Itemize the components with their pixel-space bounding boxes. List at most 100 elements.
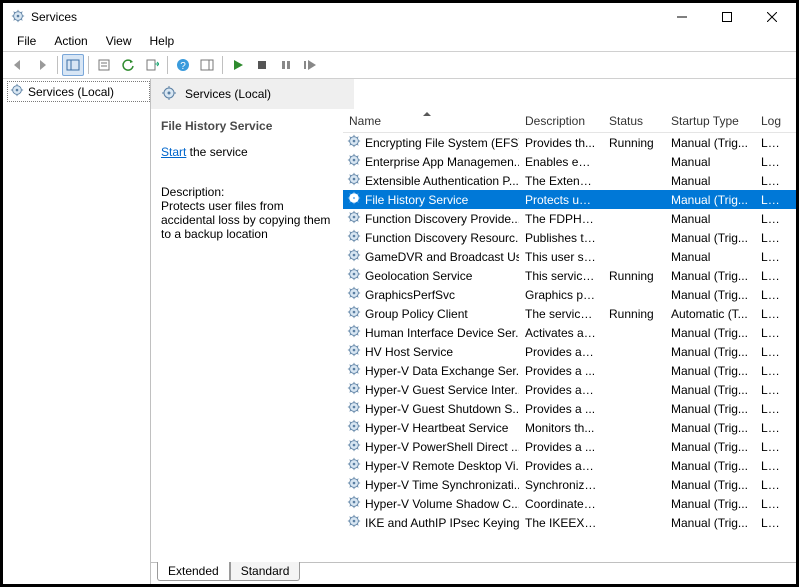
service-status: Running: [603, 269, 665, 283]
service-status: Running: [603, 307, 665, 321]
gear-icon: [10, 83, 24, 100]
service-row[interactable]: Function Discovery Resourc...Publishes t…: [343, 228, 796, 247]
service-row[interactable]: Hyper-V Data Exchange Ser...Provides a .…: [343, 361, 796, 380]
service-row[interactable]: Geolocation ServiceThis service ...Runni…: [343, 266, 796, 285]
show-hide-action-pane-button[interactable]: [196, 54, 218, 76]
menu-action[interactable]: Action: [46, 32, 95, 50]
service-description: Provides an ...: [519, 345, 603, 359]
service-row[interactable]: IKE and AuthIP IPsec Keying...The IKEEXT…: [343, 513, 796, 532]
service-name: Hyper-V Volume Shadow C...: [365, 497, 519, 511]
service-row[interactable]: Enterprise App Managemen...Enables ent..…: [343, 152, 796, 171]
column-startup-type[interactable]: Startup Type: [665, 114, 755, 128]
gear-icon: [347, 362, 361, 379]
service-row[interactable]: GameDVR and Broadcast Us...This user ser…: [343, 247, 796, 266]
svg-text:?: ?: [180, 61, 186, 72]
service-name: Hyper-V Data Exchange Ser...: [365, 364, 519, 378]
service-row[interactable]: Hyper-V Guest Shutdown S...Provides a ..…: [343, 399, 796, 418]
services-grid[interactable]: Name Description Status Startup Type Log…: [343, 109, 796, 562]
service-name: Encrypting File System (EFS): [365, 136, 519, 150]
service-logon: Loca: [755, 269, 791, 283]
pause-service-button[interactable]: [275, 54, 297, 76]
service-description: Provides th...: [519, 136, 603, 150]
refresh-button[interactable]: [117, 54, 139, 76]
tab-standard[interactable]: Standard: [230, 562, 301, 581]
service-name: Enterprise App Managemen...: [365, 155, 519, 169]
selected-service-name: File History Service: [161, 119, 333, 133]
start-service-button[interactable]: [227, 54, 249, 76]
gear-icon: [347, 191, 361, 208]
gear-icon: [347, 381, 361, 398]
service-row[interactable]: Hyper-V PowerShell Direct ...Provides a …: [343, 437, 796, 456]
service-row[interactable]: HV Host ServiceProvides an ...Manual (Tr…: [343, 342, 796, 361]
tree-item-services-local[interactable]: Services (Local): [7, 81, 150, 102]
stop-service-button[interactable]: [251, 54, 273, 76]
service-status: Running: [603, 136, 665, 150]
service-row[interactable]: Hyper-V Remote Desktop Vi...Provides a p…: [343, 456, 796, 475]
service-description: Synchronize...: [519, 478, 603, 492]
service-description: The IKEEXT ...: [519, 516, 603, 530]
menu-file[interactable]: File: [9, 32, 44, 50]
column-logon[interactable]: Log: [755, 114, 791, 128]
maximize-button[interactable]: [704, 3, 749, 31]
close-button[interactable]: [749, 3, 794, 31]
service-description: Protects use...: [519, 193, 603, 207]
service-name: Hyper-V Time Synchronizati...: [365, 478, 519, 492]
view-tabs: Extended Standard: [151, 562, 796, 584]
column-description[interactable]: Description: [519, 114, 603, 128]
start-service-link[interactable]: Start: [161, 145, 186, 159]
window-title: Services: [31, 10, 659, 24]
service-description: The service i...: [519, 307, 603, 321]
minimize-button[interactable]: [659, 3, 704, 31]
menu-view[interactable]: View: [98, 32, 140, 50]
service-description: Provides a ...: [519, 364, 603, 378]
service-startup: Manual (Trig...: [665, 516, 755, 530]
export-button[interactable]: [141, 54, 163, 76]
service-startup: Manual: [665, 212, 755, 226]
grid-header[interactable]: Name Description Status Startup Type Log: [343, 109, 796, 133]
service-row[interactable]: Function Discovery Provide...The FDPHO..…: [343, 209, 796, 228]
gear-icon: [347, 400, 361, 417]
back-button[interactable]: [7, 54, 29, 76]
service-row[interactable]: Group Policy ClientThe service i...Runni…: [343, 304, 796, 323]
service-name: File History Service: [365, 193, 468, 207]
tab-extended[interactable]: Extended: [157, 562, 230, 581]
column-name[interactable]: Name: [343, 114, 519, 128]
service-name: HV Host Service: [365, 345, 453, 359]
service-row[interactable]: Hyper-V Time Synchronizati...Synchronize…: [343, 475, 796, 494]
service-row[interactable]: Encrypting File System (EFS)Provides th.…: [343, 133, 796, 152]
service-description: Coordinates...: [519, 497, 603, 511]
service-row[interactable]: Hyper-V Guest Service Inter...Provides a…: [343, 380, 796, 399]
service-startup: Manual (Trig...: [665, 383, 755, 397]
console-tree[interactable]: Services (Local): [3, 79, 151, 584]
service-row[interactable]: File History ServiceProtects use...Manua…: [343, 190, 796, 209]
help-button[interactable]: ?: [172, 54, 194, 76]
gear-icon: [347, 210, 361, 227]
service-name: Function Discovery Resourc...: [365, 231, 519, 245]
service-row[interactable]: GraphicsPerfSvcGraphics pe...Manual (Tri…: [343, 285, 796, 304]
show-hide-tree-button[interactable]: [62, 54, 84, 76]
separator: [167, 56, 168, 74]
service-logon: Loca: [755, 516, 791, 530]
service-logon: Loca: [755, 421, 791, 435]
service-startup: Manual (Trig...: [665, 440, 755, 454]
service-row[interactable]: Hyper-V Heartbeat ServiceMonitors th...M…: [343, 418, 796, 437]
service-row[interactable]: Hyper-V Volume Shadow C...Coordinates...…: [343, 494, 796, 513]
start-service-rest: the service: [186, 145, 247, 159]
properties-button[interactable]: [93, 54, 115, 76]
column-status[interactable]: Status: [603, 114, 665, 128]
service-name: Hyper-V Remote Desktop Vi...: [365, 459, 519, 473]
service-row[interactable]: Extensible Authentication P...The Extens…: [343, 171, 796, 190]
service-description: Provides a p...: [519, 459, 603, 473]
service-name: GameDVR and Broadcast Us...: [365, 250, 519, 264]
service-startup: Manual (Trig...: [665, 478, 755, 492]
grid-body[interactable]: Encrypting File System (EFS)Provides th.…: [343, 133, 796, 562]
menu-help[interactable]: Help: [142, 32, 183, 50]
separator: [88, 56, 89, 74]
gear-icon: [347, 267, 361, 284]
restart-service-button[interactable]: [299, 54, 321, 76]
forward-button[interactable]: [31, 54, 53, 76]
gear-icon: [347, 514, 361, 531]
service-name: Hyper-V Guest Shutdown S...: [365, 402, 519, 416]
service-row[interactable]: Human Interface Device Ser...Activates a…: [343, 323, 796, 342]
service-description: Graphics pe...: [519, 288, 603, 302]
